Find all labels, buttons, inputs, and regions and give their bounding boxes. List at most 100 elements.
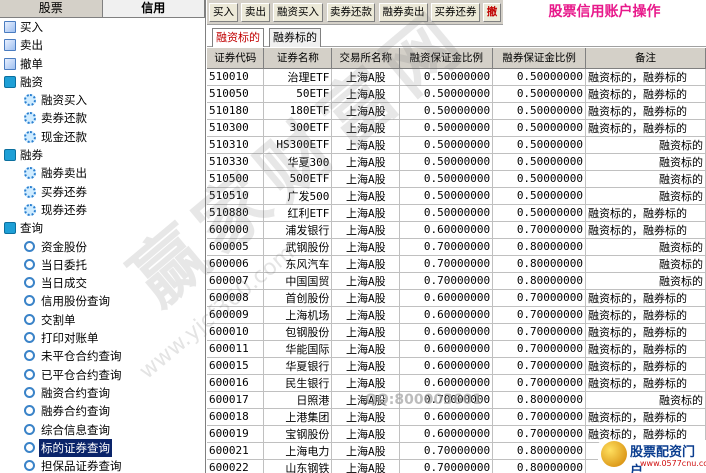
table-row[interactable]: 600005 武钢股份 上海A股 0.70000000 0.80000000 融资标的 [207, 238, 706, 256]
table-cell: 上海A股 [331, 68, 401, 86]
table-row[interactable]: 510880 红利ETF 上海A股 0.50000000 0.50000000 融资标的，… [207, 204, 706, 222]
table-row[interactable]: 600018 上港集团 上海A股 0.60000000 0.70000000 融资标的，融… [207, 408, 706, 426]
tree-item[interactable]: 卖出 [0, 36, 205, 54]
gear-icon [24, 130, 36, 143]
table-cell: 上港集团 [263, 408, 333, 426]
tree-item[interactable]: 信用股份查询 [0, 292, 205, 310]
tree-item[interactable]: 卖券还款 [0, 109, 205, 127]
table-cell: 0.60000000 [399, 306, 494, 324]
column-header[interactable]: 交易所名称 [331, 48, 401, 69]
margin-buy-button[interactable]: 融资买入 [273, 3, 323, 22]
table-row[interactable]: 600016 民生银行 上海A股 0.60000000 0.70000000 融资标的，融… [207, 374, 706, 392]
tree-item[interactable]: 查询 [0, 219, 205, 237]
table-cell: 上海A股 [331, 119, 401, 137]
tab-margin-target[interactable]: 融资标的 [212, 28, 264, 47]
tree-item[interactable]: 买入 [0, 18, 205, 36]
cancel-order-button[interactable]: 撤 [483, 3, 501, 22]
tree-item[interactable]: 资金股份 [0, 238, 205, 256]
table-row[interactable]: 510510 广发500 上海A股 0.50000000 0.50000000 融资标的 [207, 187, 706, 205]
table-row[interactable]: 510010 治理ETF 上海A股 0.50000000 0.50000000 融资标的，… [207, 68, 706, 86]
table-row[interactable]: 600017 日照港 上海A股 0.70000000 0.80000000 融资标的 [207, 391, 706, 409]
table-cell: 0.70000000 [492, 306, 587, 324]
buy-return-button[interactable]: 买券还券 [431, 3, 480, 22]
sell-button[interactable]: 卖出 [241, 3, 270, 22]
table-cell: 0.70000000 [399, 238, 494, 256]
table-cell: 510500 [207, 170, 265, 188]
tree-item[interactable]: 打印对账单 [0, 329, 205, 347]
table-cell: 上海A股 [331, 170, 401, 188]
table-cell: 包钢股份 [263, 323, 333, 341]
tree-item[interactable]: 综合信息查询 [0, 421, 205, 439]
securities-table: 证券代码 证券名称 交易所名称 融资保证金比例 融券保证金比例 备注 510010 治理ET… [207, 48, 706, 473]
table-row[interactable]: 600007 中国国贸 上海A股 0.70000000 0.80000000 融资标的 [207, 272, 706, 290]
table-cell: 浦发银行 [263, 221, 333, 239]
table-row[interactable]: 600006 东风汽车 上海A股 0.70000000 0.80000000 融资标的 [207, 255, 706, 273]
tree-item[interactable]: 当日委托 [0, 256, 205, 274]
query-icon [24, 277, 35, 289]
table-cell: 上海A股 [331, 425, 401, 443]
table-cell: 600016 [207, 374, 265, 392]
table-row[interactable]: 510180 180ETF 上海A股 0.50000000 0.50000000 融资标的… [207, 102, 706, 120]
tree-item[interactable]: 当日成交 [0, 274, 205, 292]
tree-item[interactable]: 标的证券查询 [0, 438, 205, 457]
table-cell: 0.80000000 [492, 459, 587, 473]
tree-item[interactable]: 融券卖出 [0, 164, 205, 182]
tree-item-label: 当日委托 [41, 257, 87, 272]
table-cell: 0.70000000 [492, 357, 587, 375]
table-cell: 0.80000000 [492, 272, 587, 290]
table-cell: 融资标的，融券标的 [585, 85, 706, 103]
table-cell: 600005 [207, 238, 265, 256]
table-cell: 0.50000000 [399, 119, 494, 137]
table-cell: 武钢股份 [263, 238, 333, 256]
toolbar: 买入 卖出 融资买入 卖券还款 融券卖出 买券还券 撤 股票信用账户操作 [207, 0, 706, 25]
column-header[interactable]: 融券保证金比例 [492, 48, 587, 69]
tree-item-label: 融资合约查询 [41, 385, 110, 400]
table-cell: 上海A股 [331, 391, 401, 409]
table-cell: 融资标的 [585, 136, 706, 154]
table-row[interactable]: 600000 浦发银行 上海A股 0.60000000 0.70000000 融资标的，融… [207, 221, 706, 239]
table-cell: 0.50000000 [492, 187, 587, 205]
table-row[interactable]: 600010 包钢股份 上海A股 0.60000000 0.70000000 融资标的，融… [207, 323, 706, 341]
buy-button[interactable]: 买入 [209, 3, 238, 22]
sell-repay-button[interactable]: 卖券还款 [327, 3, 375, 22]
table-cell: 600000 [207, 221, 265, 239]
tree-item[interactable]: 现券还券 [0, 201, 205, 219]
tree-item[interactable]: 交割单 [0, 311, 205, 329]
table-cell: 上海A股 [331, 136, 401, 154]
table-row[interactable]: 600009 上海机场 上海A股 0.60000000 0.70000000 融资标的，融… [207, 306, 706, 324]
table-row[interactable]: 600008 首创股份 上海A股 0.60000000 0.70000000 融资标的，融… [207, 289, 706, 307]
tab-short-target[interactable]: 融券标的 [269, 28, 321, 47]
tree-item[interactable]: 买券还券 [0, 183, 205, 201]
tree-item[interactable]: 融资买入 [0, 91, 205, 109]
table-row[interactable]: 600011 华能国际 上海A股 0.60000000 0.70000000 融资标的，融… [207, 340, 706, 358]
table-row[interactable]: 510310 HS300ETF 上海A股 0.50000000 0.50000000 融资… [207, 136, 706, 154]
column-header[interactable]: 证券代码 [207, 48, 265, 69]
tree-item[interactable]: 已平仓合约查询 [0, 366, 205, 384]
tab-credit[interactable]: 信用 [102, 0, 205, 17]
table-row[interactable]: 600015 华夏银行 上海A股 0.60000000 0.70000000 融资标的，融… [207, 357, 706, 375]
short-sell-button[interactable]: 融券卖出 [379, 3, 428, 22]
table-cell: 0.60000000 [399, 221, 494, 239]
column-header[interactable]: 备注 [585, 48, 706, 69]
tree-item[interactable]: 融资 [0, 73, 205, 91]
table-cell: 180ETF [263, 102, 333, 120]
tree-item[interactable]: 现金还款 [0, 128, 205, 146]
table-row[interactable]: 510050 50ETF 上海A股 0.50000000 0.50000000 融资标的，… [207, 85, 706, 103]
table-cell: 0.50000000 [492, 170, 587, 188]
tree-item[interactable]: 融券 [0, 146, 205, 164]
column-header[interactable]: 融资保证金比例 [399, 48, 494, 69]
table-cell: 上海A股 [331, 204, 401, 222]
table-row[interactable]: 510500 500ETF 上海A股 0.50000000 0.50000000 融资标的 [207, 170, 706, 188]
table-cell: 融资标的，融券标的 [585, 357, 706, 375]
table-row[interactable]: 510300 300ETF 上海A股 0.50000000 0.50000000 融资标的… [207, 119, 706, 137]
tree-item[interactable]: 未平仓合约查询 [0, 347, 205, 365]
column-header[interactable]: 证券名称 [263, 48, 333, 69]
tab-stock[interactable]: 股票 [0, 0, 103, 17]
tree-item[interactable]: 撤单 [0, 55, 205, 73]
table-row[interactable]: 510330 华夏300 上海A股 0.50000000 0.50000000 融资标的 [207, 153, 706, 171]
tree-item[interactable]: 融资合约查询 [0, 384, 205, 402]
tree-item[interactable]: 融券合约查询 [0, 402, 205, 420]
tree-item[interactable]: 担保品证券查询 [0, 457, 205, 473]
table-cell: 0.50000000 [492, 204, 587, 222]
table-cell: 融资标的，融券标的 [585, 221, 706, 239]
